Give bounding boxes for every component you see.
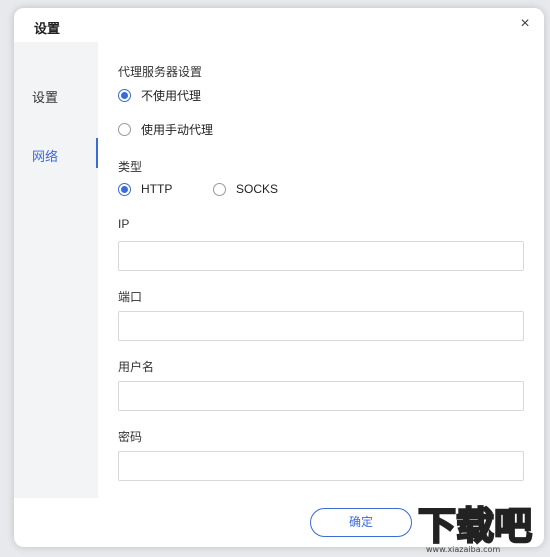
watermark-url: www.xiazaiba.com: [426, 545, 500, 554]
radio-unchecked-icon: [118, 122, 131, 136]
sidebar-item-label: 网络: [32, 149, 59, 164]
network-settings-panel: 代理服务器设置 不使用代理 使用手动代理 类型 HTTP SOCKS IP 端口…: [98, 42, 544, 498]
sidebar: 设置 网络: [14, 42, 98, 498]
radio-label: SOCKS: [236, 182, 279, 196]
close-icon[interactable]: ×: [516, 15, 534, 33]
ip-field[interactable]: [118, 241, 524, 271]
type-label: 类型: [118, 160, 143, 174]
dialog-title: 设置: [34, 21, 61, 36]
password-field[interactable]: [118, 451, 524, 481]
radio-label: HTTP: [141, 182, 173, 196]
port-field[interactable]: [118, 311, 524, 341]
username-label: 用户名: [118, 360, 155, 374]
radio-label: 不使用代理: [141, 88, 202, 103]
radio-socks[interactable]: SOCKS: [213, 180, 278, 198]
sidebar-item-settings[interactable]: 设置: [14, 79, 98, 111]
radio-http[interactable]: HTTP: [118, 180, 172, 198]
proxy-section-label: 代理服务器设置: [118, 65, 203, 79]
sidebar-item-label: 设置: [32, 90, 59, 105]
radio-checked-icon: [118, 88, 131, 102]
settings-dialog: 设置 × 设置 网络 代理服务器设置 不使用代理 使用手动代理 类型 HTTP …: [14, 8, 544, 547]
ip-label: IP: [118, 217, 130, 231]
port-label: 端口: [118, 290, 143, 304]
radio-label: 使用手动代理: [141, 122, 214, 137]
confirm-button[interactable]: 确定: [310, 508, 412, 537]
radio-checked-icon: [118, 182, 131, 196]
sidebar-item-network[interactable]: 网络: [14, 138, 98, 170]
password-label: 密码: [118, 430, 143, 444]
dialog-titlebar: 设置 ×: [14, 8, 544, 42]
radio-no-proxy[interactable]: 不使用代理: [118, 86, 201, 104]
watermark-logo: 下载吧 www.xiazaiba.com: [417, 503, 533, 554]
watermark-text: 下载吧: [418, 504, 532, 548]
radio-manual-proxy[interactable]: 使用手动代理: [118, 120, 213, 138]
username-field[interactable]: [118, 381, 524, 411]
radio-unchecked-icon: [213, 182, 226, 196]
